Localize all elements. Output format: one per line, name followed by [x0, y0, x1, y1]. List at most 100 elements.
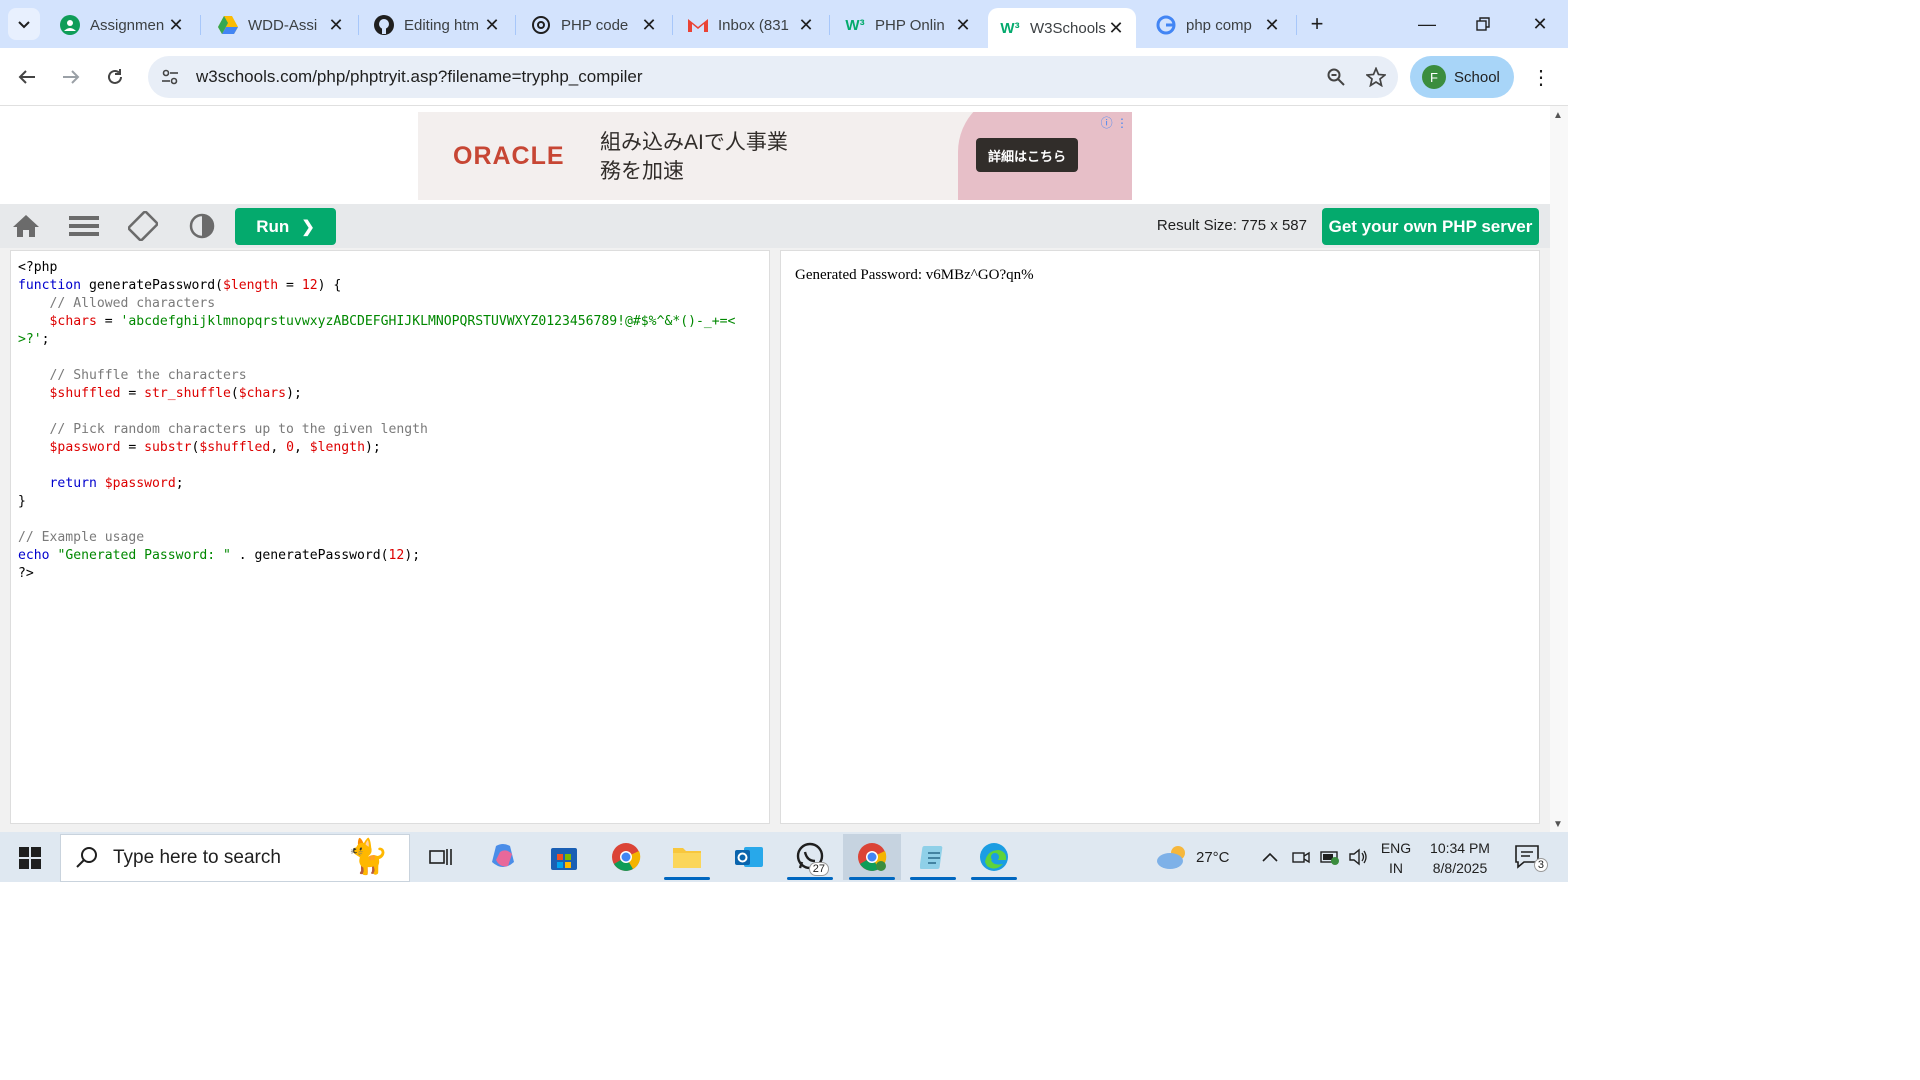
dark-mode-button[interactable]: [185, 210, 219, 242]
tab-gmail[interactable]: Inbox (831 ✕: [676, 8, 826, 42]
code-line[interactable]: [18, 403, 762, 421]
task-view-icon: [429, 849, 452, 865]
language-indicator[interactable]: ENG IN: [1378, 838, 1414, 878]
address-bar[interactable]: w3schools.com/php/phptryit.asp?filename=…: [148, 56, 1398, 98]
ad-cta-button[interactable]: 詳細はこちら: [976, 138, 1078, 172]
clock[interactable]: 10:34 PM 8/8/2025: [1420, 838, 1500, 878]
code-line[interactable]: [18, 511, 762, 529]
site-info-icon[interactable]: [152, 59, 188, 95]
notification-center-button[interactable]: 3: [1514, 832, 1548, 882]
page-scrollbar[interactable]: ▲ ▼: [1550, 106, 1568, 832]
tab-google-search[interactable]: php comp ✕: [1144, 8, 1292, 42]
code-line[interactable]: echo "Generated Password: " . generatePa…: [18, 547, 762, 565]
scroll-up-icon[interactable]: ▲: [1553, 110, 1563, 121]
tab-w3schools-active[interactable]: W³ W3Schools ✕: [988, 8, 1136, 48]
code-line[interactable]: // Allowed characters: [18, 295, 762, 313]
microsoft-store-app[interactable]: [535, 834, 593, 880]
zoom-icon[interactable]: [1318, 59, 1354, 95]
tab-github[interactable]: Editing htm ✕: [362, 8, 512, 42]
home-button[interactable]: [9, 210, 43, 242]
language-code: ENG: [1380, 840, 1412, 856]
close-icon[interactable]: ✕: [639, 15, 659, 35]
code-editor[interactable]: <?php function generatePassword($length =…: [10, 250, 770, 824]
code-line[interactable]: function generatePassword($length = 12) …: [18, 277, 762, 295]
ad-info-icon[interactable]: ⓘ ⋮: [1101, 114, 1128, 131]
result-output: Generated Password: v6MBz^GO?qn%: [795, 267, 1034, 283]
minimize-button[interactable]: —: [1407, 8, 1447, 40]
bookmark-star-icon[interactable]: [1358, 59, 1394, 95]
code-line[interactable]: [18, 457, 762, 475]
run-label: Run: [256, 216, 290, 236]
edge-app[interactable]: [965, 834, 1023, 880]
tray-overflow-button[interactable]: [1262, 832, 1278, 882]
tab-title: Inbox (831: [718, 16, 789, 34]
back-button[interactable]: [11, 61, 43, 93]
running-indicator: [664, 877, 710, 880]
code-line[interactable]: [18, 349, 762, 367]
classroom-icon: [58, 13, 82, 37]
battery-button[interactable]: [1320, 832, 1340, 882]
tab-title: PHP code: [561, 16, 629, 34]
close-icon[interactable]: ✕: [326, 15, 346, 35]
reload-button[interactable]: [99, 61, 131, 93]
code-line[interactable]: $chars = 'abcdefghijklmnopqrstuvwxyzABCD…: [18, 313, 762, 349]
notepad-app[interactable]: [904, 834, 962, 880]
arrow-left-icon: [18, 70, 35, 84]
close-icon[interactable]: ✕: [166, 15, 186, 35]
whatsapp-badge: 27: [808, 862, 829, 876]
chrome-app[interactable]: [597, 834, 655, 880]
close-icon[interactable]: ✕: [796, 15, 816, 35]
task-view-button[interactable]: [412, 834, 470, 880]
run-button[interactable]: Run ❯: [235, 208, 336, 245]
code-line[interactable]: }: [18, 493, 762, 511]
oracle-ad[interactable]: ORACLE 組み込みAIで人事業務を加速 詳細はこちら ⓘ ⋮: [418, 112, 1132, 200]
code-line[interactable]: // Example usage: [18, 529, 762, 547]
running-indicator: [787, 877, 833, 880]
close-icon[interactable]: ✕: [482, 15, 502, 35]
tab-wdd-drive[interactable]: WDD-Assi ✕: [206, 8, 356, 42]
tab-assignment[interactable]: Assignmen ✕: [48, 8, 196, 42]
new-tab-button[interactable]: +: [1303, 10, 1331, 38]
rotate-layout-button[interactable]: [126, 210, 160, 242]
code-line[interactable]: <?php: [18, 259, 762, 277]
close-icon[interactable]: ✕: [1262, 15, 1282, 35]
menu-button[interactable]: [67, 210, 101, 242]
taskbar-search[interactable]: Type here to search 🐈: [60, 834, 410, 882]
code-line[interactable]: ?>: [18, 565, 762, 583]
profile-button[interactable]: F School: [1410, 56, 1514, 98]
code-line[interactable]: // Pick random characters up to the give…: [18, 421, 762, 439]
taskbar-search-placeholder: Type here to search: [113, 847, 281, 868]
browser-menu-button[interactable]: ⋮: [1527, 61, 1555, 93]
code-line[interactable]: $shuffled = str_shuffle($chars);: [18, 385, 762, 403]
scroll-down-icon[interactable]: ▼: [1553, 819, 1563, 830]
notepad-icon: [920, 846, 943, 869]
chrome-profile-app[interactable]: [843, 834, 901, 880]
forward-button[interactable]: [55, 61, 87, 93]
tab-php-online[interactable]: W³ PHP Onlin ✕: [833, 8, 983, 42]
tab-chatgpt[interactable]: PHP code ✕: [519, 8, 669, 42]
start-button[interactable]: [10, 842, 50, 874]
url-text[interactable]: w3schools.com/php/phptryit.asp?filename=…: [196, 67, 1318, 87]
close-icon[interactable]: ✕: [1106, 18, 1126, 38]
get-php-server-button[interactable]: Get your own PHP server: [1322, 208, 1539, 245]
restore-button[interactable]: [1463, 8, 1503, 40]
rotate-device-icon: [128, 211, 158, 241]
meet-now-button[interactable]: [1292, 832, 1310, 882]
outlook-app[interactable]: [720, 834, 778, 880]
code-line[interactable]: $password = substr($shuffled, 0, $length…: [18, 439, 762, 457]
weather-widget[interactable]: 27°C: [1156, 832, 1230, 882]
code-line[interactable]: // Shuffle the characters: [18, 367, 762, 385]
window-close-button[interactable]: ✕: [1520, 8, 1560, 40]
tab-title: Editing htm: [404, 16, 480, 34]
tab-search-button[interactable]: [8, 8, 40, 40]
copilot-app[interactable]: [474, 834, 532, 880]
tab-title: php comp: [1186, 16, 1252, 34]
code-text[interactable]: <?php function generatePassword($length =…: [18, 259, 762, 583]
speaker-icon: [1349, 848, 1367, 866]
close-icon[interactable]: ✕: [953, 15, 973, 35]
whatsapp-app[interactable]: 27: [781, 834, 839, 880]
w3schools-icon: W³: [1000, 19, 1020, 37]
code-line[interactable]: return $password;: [18, 475, 762, 493]
file-explorer-app[interactable]: [658, 834, 716, 880]
volume-button[interactable]: [1348, 832, 1368, 882]
